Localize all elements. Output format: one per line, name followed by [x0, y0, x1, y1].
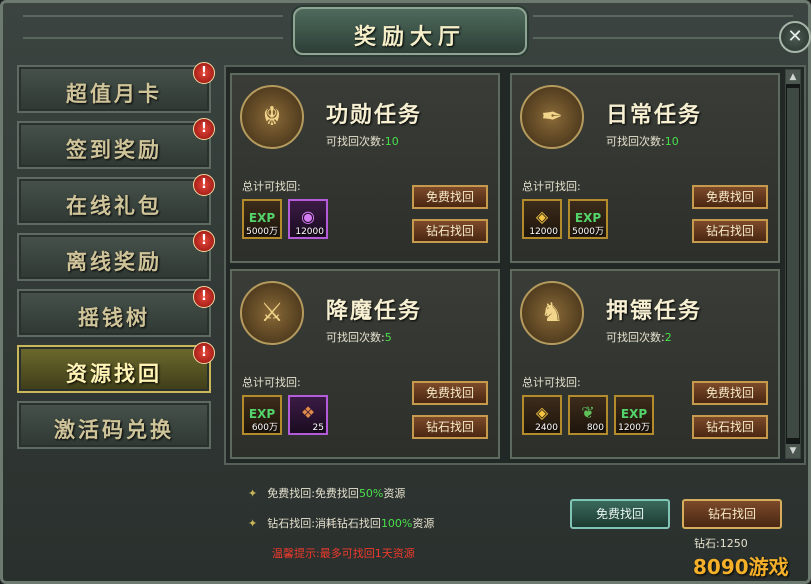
alert-icon: !	[193, 118, 215, 140]
alert-icon: !	[193, 230, 215, 252]
sidebar-item-label: 超值月卡	[66, 81, 162, 106]
sidebar-item-label: 资源找回	[66, 361, 162, 386]
dragon-mask-icon: ☬	[240, 85, 304, 149]
free-recover-button[interactable]: 免费找回	[412, 381, 488, 405]
purple-orb-icon: ◉ 12000	[288, 199, 328, 239]
total-label: 总计可找回:	[242, 180, 301, 193]
free-recover-button[interactable]: 免费找回	[692, 185, 768, 209]
window-title: 奖励大厅	[353, 24, 466, 50]
gold-ingot-icon: ◈ 2400	[522, 395, 562, 435]
sidebar-item-label: 摇钱树	[78, 305, 150, 330]
purple-scroll-icon: ❖ 25	[288, 395, 328, 435]
sidebar-item-label: 激活码兑换	[54, 417, 174, 442]
bullet-icon: ✦	[248, 487, 258, 500]
title-ornament-left	[23, 15, 283, 39]
cargo-horse-icon: ♞	[520, 281, 584, 345]
free-recover-button[interactable]: 免费找回	[692, 381, 768, 405]
tip-note: 温馨提示:最多可找回1天资源	[272, 547, 415, 560]
sidebar-item-activation-code[interactable]: 激活码兑换	[17, 401, 211, 449]
alert-icon: !	[193, 342, 215, 364]
scrollbar[interactable]: ▲ ▼	[785, 69, 801, 459]
exp-icon: EXP 5000万	[242, 199, 282, 239]
recover-count: 可找回次数:10	[606, 135, 679, 148]
site-watermark: 8090游戏	[693, 555, 789, 579]
sidebar-item-money-tree[interactable]: 摇钱树 !	[17, 286, 215, 337]
task-title: 降魔任务	[326, 298, 423, 324]
sidebar-item-monthly-card[interactable]: 超值月卡 !	[17, 62, 215, 113]
scroll-thumb[interactable]	[787, 88, 799, 438]
exp-icon: EXP 1200万	[614, 395, 654, 435]
sidebar: 超值月卡 ! 签到奖励 ! 在线礼包 ! 离线奖励 ! 摇钱树 ! 资源找回 !…	[17, 62, 217, 457]
alert-icon: !	[193, 62, 215, 84]
alert-icon: !	[193, 174, 215, 196]
task-title: 日常任务	[606, 102, 703, 128]
title-ornament-right	[533, 15, 793, 39]
sidebar-item-label: 在线礼包	[66, 193, 162, 218]
recover-count: 可找回次数:2	[606, 331, 672, 344]
free-recover-all-button[interactable]: 免费找回	[570, 499, 670, 529]
scroll-up-icon[interactable]: ▲	[786, 70, 800, 84]
bullet-icon: ✦	[248, 517, 258, 530]
sidebar-item-checkin[interactable]: 签到奖励 !	[17, 118, 215, 169]
diamond-recover-button[interactable]: 钻石找回	[412, 415, 488, 439]
reward-list: EXP 5000万 ◉ 12000	[242, 199, 328, 243]
sword-scroll-icon: ⚔	[240, 281, 304, 345]
free-recovery-note: ✦ 免费找回:免费找回50%资源	[248, 487, 406, 500]
task-card-demon: ⚔ 降魔任务 可找回次数:5 总计可找回: EXP 600万 ❖ 25 免费找回 钻…	[230, 269, 500, 459]
title-plate: 奖励大厅	[293, 7, 527, 55]
sidebar-item-label: 签到奖励	[66, 137, 162, 162]
green-herb-icon: ❦ 800	[568, 395, 608, 435]
close-button[interactable]: ✕	[779, 21, 811, 53]
free-recover-button[interactable]: 免费找回	[412, 185, 488, 209]
exp-icon: EXP 5000万	[568, 199, 608, 239]
diamond-recover-all-button[interactable]: 钻石找回	[682, 499, 782, 529]
diamond-recover-button[interactable]: 钻石找回	[692, 415, 768, 439]
total-label: 总计可找回:	[242, 376, 301, 389]
task-card-merit: ☬ 功勋任务 可找回次数:10 总计可找回: EXP 5000万 ◉ 12000 免…	[230, 73, 500, 263]
scroll-quill-icon: ✒	[520, 85, 584, 149]
diamond-recover-button[interactable]: 钻石找回	[412, 219, 488, 243]
gold-ingot-icon: ◈ 12000	[522, 199, 562, 239]
task-title: 功勋任务	[326, 102, 423, 128]
total-label: 总计可找回:	[522, 376, 581, 389]
sidebar-item-offline-reward[interactable]: 离线奖励 !	[17, 230, 215, 281]
reward-list: EXP 600万 ❖ 25	[242, 395, 328, 439]
reward-hall-window: 奖励大厅 ✕ 超值月卡 ! 签到奖励 ! 在线礼包 ! 离线奖励 ! 摇钱树 !…	[0, 0, 811, 584]
recovery-panel: ☬ 功勋任务 可找回次数:10 总计可找回: EXP 5000万 ◉ 12000 免…	[224, 65, 806, 465]
task-title: 押镖任务	[606, 298, 703, 324]
sidebar-item-resource-recovery[interactable]: 资源找回 !	[17, 342, 215, 393]
total-label: 总计可找回:	[522, 180, 581, 193]
diamond-recovery-note: ✦ 钻石找回:消耗钻石找回100%资源	[248, 517, 435, 530]
diamond-recover-button[interactable]: 钻石找回	[692, 219, 768, 243]
close-icon: ✕	[787, 26, 803, 47]
reward-list: ◈ 2400 ❦ 800 EXP 1200万	[522, 395, 654, 439]
diamond-balance: 钻石:1250	[694, 537, 748, 550]
reward-list: ◈ 12000 EXP 5000万	[522, 199, 608, 243]
exp-icon: EXP 600万	[242, 395, 282, 435]
recover-count: 可找回次数:10	[326, 135, 399, 148]
alert-icon: !	[193, 286, 215, 308]
sidebar-item-online-gift[interactable]: 在线礼包 !	[17, 174, 215, 225]
recover-count: 可找回次数:5	[326, 331, 392, 344]
task-card-daily: ✒ 日常任务 可找回次数:10 总计可找回: ◈ 12000 EXP 5000万 免…	[510, 73, 780, 263]
scroll-down-icon[interactable]: ▼	[786, 444, 800, 458]
sidebar-item-label: 离线奖励	[66, 249, 162, 274]
task-card-escort: ♞ 押镖任务 可找回次数:2 总计可找回: ◈ 2400 ❦ 800 EXP 1200…	[510, 269, 780, 459]
